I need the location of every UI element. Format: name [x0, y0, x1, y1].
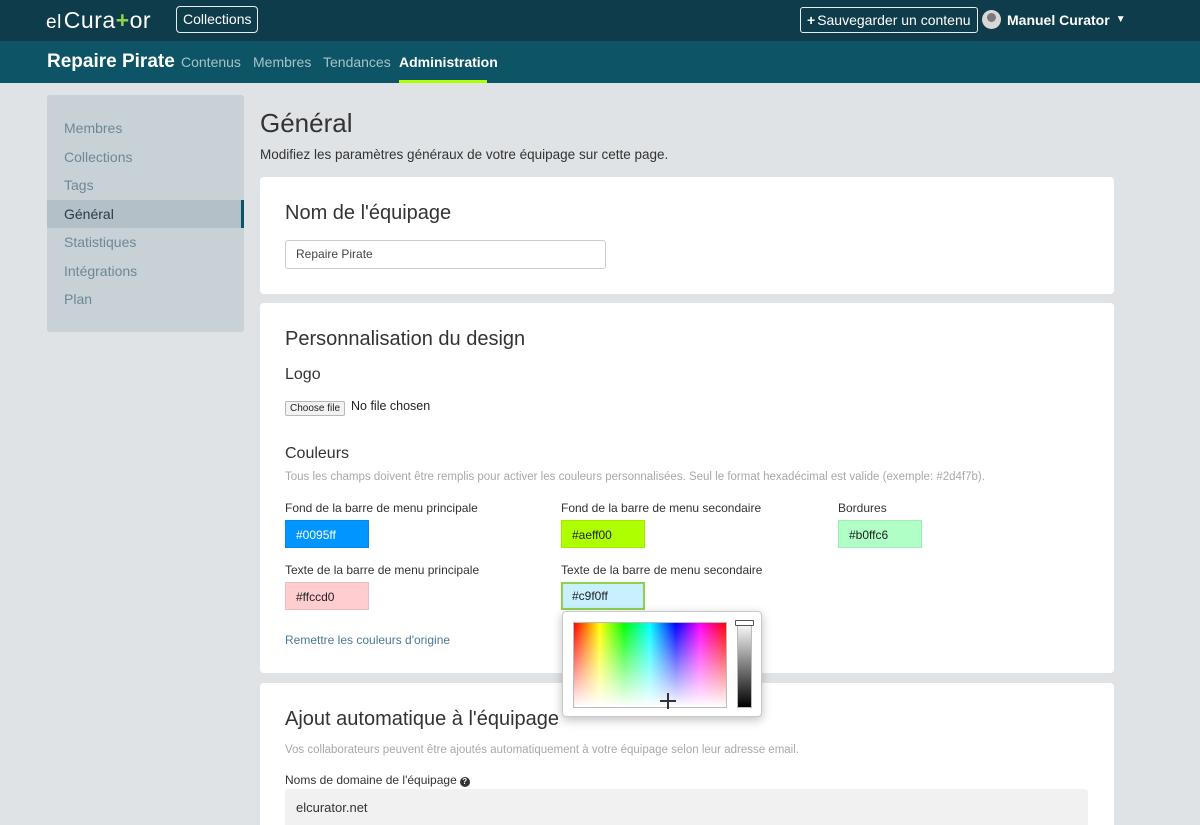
top-bar: elCura+or Collections + Sauvegarder un co… [0, 0, 1200, 41]
avatar [982, 10, 1001, 29]
save-content-button[interactable]: + Sauvegarder un contenu [800, 7, 978, 33]
plus-icon: + [807, 12, 816, 28]
sidebar-item-general[interactable]: Général [47, 199, 244, 228]
borders-label: Bordures [838, 501, 887, 515]
caret-down-icon: ▼ [1115, 14, 1126, 25]
team-name-input[interactable]: Repaire Pirate [285, 240, 606, 269]
color-picker-popup [562, 611, 762, 717]
reset-colors-link[interactable]: Remettre les couleurs d'origine [285, 633, 450, 647]
sidebar-item-statistiques[interactable]: Statistiques [47, 228, 244, 257]
design-title: Personnalisation du design [285, 328, 526, 350]
sidebar-item-plan[interactable]: Plan [47, 285, 244, 314]
team-name[interactable]: Repaire Pirate [47, 51, 175, 73]
main-bar-bg-input[interactable]: #0095ff [285, 520, 369, 548]
team-name-card: Nom de l'équipage Repaire Pirate [260, 177, 1114, 294]
borders-input[interactable]: #b0ffc6 [838, 520, 922, 548]
logo-subtitle: Logo [285, 366, 321, 383]
main-bar-bg-label: Fond de la barre de menu principale [285, 501, 478, 515]
tab-tendances[interactable]: Tendances [323, 54, 391, 70]
domain-label-row: Noms de domaine de l'équipage? [285, 773, 470, 787]
tab-membres[interactable]: Membres [253, 54, 311, 70]
team-name-title: Nom de l'équipage [285, 202, 452, 224]
secondary-bar-bg-input[interactable]: #aeff00 [561, 520, 645, 548]
page-title: Général [260, 108, 353, 138]
color-picker-saturation-area[interactable] [573, 622, 727, 709]
admin-sidebar: Membres Collections Tags Général Statist… [47, 95, 244, 332]
secondary-bar-text-input[interactable]: #c9f0ff [561, 582, 645, 610]
color-picker-crosshair-icon[interactable] [660, 693, 676, 709]
colors-help-text: Tous les champs doivent être remplis pou… [285, 471, 985, 483]
main-bar-text-label: Texte de la barre de menu principale [285, 563, 480, 577]
auto-add-help-text: Vos collaborateurs peuvent être ajoutés … [285, 744, 799, 756]
tab-contenus[interactable]: Contenus [181, 54, 241, 70]
logo-prefix: el [46, 12, 62, 33]
colors-subtitle: Couleurs [285, 445, 350, 462]
domain-input[interactable]: elcurator.net [285, 789, 1088, 825]
collections-button[interactable]: Collections [176, 6, 259, 33]
file-status: No file chosen [351, 399, 431, 413]
page-subtitle: Modifiez les paramètres généraux de votr… [260, 147, 669, 162]
secondary-bar-bg-label: Fond de la barre de menu secondaire [561, 501, 762, 515]
user-name: Manuel Curator [1007, 11, 1110, 28]
color-picker-slider-handle[interactable] [735, 620, 754, 626]
auto-add-title: Ajout automatique à l'équipage [285, 708, 560, 730]
logo-plus: + [115, 7, 130, 33]
elcurator-logo[interactable]: elCura+or [46, 7, 151, 34]
logo-text-start: Cura [63, 7, 116, 33]
main-bar-text-input[interactable]: #ffccd0 [285, 582, 369, 610]
logo-text-end: or [129, 7, 152, 33]
tab-administration[interactable]: Administration [399, 54, 498, 70]
team-nav-bar: Repaire Pirate Contenus Membres Tendance… [0, 41, 1200, 83]
color-picker-brightness-slider[interactable] [737, 622, 752, 708]
sidebar-item-integrations[interactable]: Intégrations [47, 257, 244, 286]
choose-file-button[interactable]: Choose file [285, 401, 346, 416]
active-tab-indicator [399, 80, 487, 83]
save-content-label: Sauvegarder un contenu [817, 12, 971, 28]
domain-label: Noms de domaine de l'équipage [285, 773, 457, 787]
user-menu[interactable]: Manuel Curator ▼ [982, 10, 1126, 29]
sidebar-item-membres[interactable]: Membres [47, 114, 244, 143]
secondary-bar-text-label: Texte de la barre de menu secondaire [561, 563, 763, 577]
sidebar-item-tags[interactable]: Tags [47, 171, 244, 200]
sidebar-item-collections[interactable]: Collections [47, 143, 244, 172]
question-circle-icon[interactable]: ? [459, 777, 470, 787]
